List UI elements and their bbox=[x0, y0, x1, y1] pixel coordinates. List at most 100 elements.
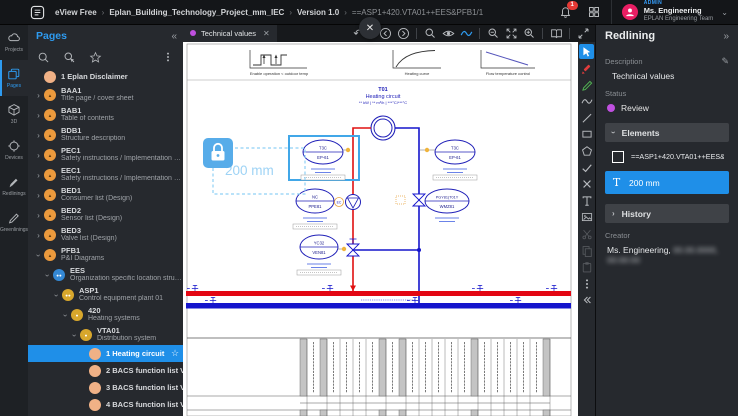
chevron-icon[interactable]: › bbox=[34, 251, 43, 260]
rectangle-tool[interactable] bbox=[579, 127, 594, 142]
page-tree-item[interactable]: ›▲BDB1Structure description bbox=[28, 125, 183, 145]
freehand-tool[interactable] bbox=[579, 94, 594, 109]
collapse-panel-icon[interactable]: « bbox=[171, 31, 177, 42]
notifications-bell-icon[interactable]: 1 bbox=[555, 1, 577, 23]
page-tree-item[interactable]: ›●●EESOrganization specific location str… bbox=[28, 265, 183, 285]
stamp-tool[interactable] bbox=[579, 210, 594, 225]
fullscreen-icon[interactable] bbox=[575, 25, 591, 41]
greenlinings-icon bbox=[7, 211, 21, 225]
redlinings-icon bbox=[7, 175, 21, 189]
page-tree-item[interactable]: ›▲BAA1Title page / cover sheet bbox=[28, 85, 183, 105]
page-tree-item[interactable]: ›▲BED1Consumer list (Design) bbox=[28, 185, 183, 205]
apps-grid-icon[interactable] bbox=[583, 1, 605, 23]
paste-tool bbox=[579, 260, 594, 275]
redlines-toggle-icon[interactable] bbox=[458, 25, 474, 41]
page-tree-item[interactable]: 3 BACS function list VDI ... bbox=[28, 379, 183, 396]
chevron-icon[interactable]: › bbox=[34, 91, 43, 100]
polygon-tool[interactable] bbox=[579, 144, 594, 159]
pencil-tool[interactable] bbox=[579, 77, 594, 92]
redlining-panel-title: Redlining bbox=[605, 30, 723, 42]
page-icon: ▲ bbox=[44, 229, 56, 241]
page-overview-icon[interactable] bbox=[548, 25, 564, 41]
marker-tool[interactable] bbox=[579, 61, 594, 76]
chevron-icon[interactable]: › bbox=[34, 191, 43, 200]
zoom-out-icon[interactable] bbox=[485, 25, 501, 41]
sidebar-item-3d[interactable]: 3D bbox=[0, 96, 28, 132]
status-value[interactable]: Review bbox=[607, 103, 729, 113]
search-icon[interactable] bbox=[36, 50, 50, 64]
pages-icon bbox=[7, 67, 21, 81]
navigation-rail: ProjectsPages3DDevicesRedliningsGreenlin… bbox=[0, 24, 28, 416]
check-tool[interactable] bbox=[579, 160, 594, 175]
chevron-icon[interactable]: › bbox=[34, 211, 43, 220]
next-page-icon[interactable] bbox=[395, 25, 411, 41]
more-options-icon[interactable] bbox=[161, 50, 175, 64]
zoom-fit-icon[interactable] bbox=[503, 25, 519, 41]
more-tool[interactable] bbox=[579, 276, 594, 291]
chevron-icon[interactable]: › bbox=[34, 171, 43, 180]
page-tree: 1 Eplan Disclaimer›▲BAA1Title page / cov… bbox=[28, 68, 183, 416]
chevron-icon[interactable]: › bbox=[52, 291, 61, 300]
rectangle-element-icon bbox=[612, 151, 624, 163]
page-tree-item[interactable]: 4 BACS function list VDI ... bbox=[28, 396, 183, 413]
page-tree-item[interactable]: 1 Eplan Disclaimer bbox=[28, 68, 183, 85]
chevron-icon[interactable]: › bbox=[34, 131, 43, 140]
sidebar-item-greenlinings[interactable]: Greenlinings bbox=[0, 204, 28, 240]
element-item-text[interactable]: T 200 mm bbox=[605, 171, 729, 194]
breadcrumb-app[interactable]: eView Free bbox=[55, 8, 97, 17]
zoom-in-icon[interactable] bbox=[521, 25, 537, 41]
drawing-sheet[interactable]: Enable operation < outdoor temp Heating … bbox=[183, 42, 578, 416]
edit-pencil-icon[interactable]: ✎ bbox=[721, 56, 729, 67]
chevron-icon[interactable]: › bbox=[34, 151, 43, 160]
page-tree-item[interactable]: 1 Heating circuit☆ bbox=[28, 345, 183, 362]
layers-visibility-icon[interactable] bbox=[440, 25, 456, 41]
page-tree-item[interactable]: ›▲BED3Valve list (Design) bbox=[28, 225, 183, 245]
chevron-icon[interactable]: › bbox=[34, 231, 43, 240]
chevron-icon[interactable]: › bbox=[34, 111, 43, 120]
history-section-header[interactable]: › History bbox=[605, 204, 729, 223]
page-tree-item[interactable]: ›▲BED2Sensor list (Design) bbox=[28, 205, 183, 225]
favorites-star-icon[interactable] bbox=[88, 50, 102, 64]
page-tree-item[interactable]: ›●●ASP1Control equipment plant 01 bbox=[28, 285, 183, 305]
search-icon[interactable] bbox=[422, 25, 438, 41]
page-tree-item[interactable]: ›▲EEC1Safety instructions / Implementati… bbox=[28, 165, 183, 185]
3d-icon bbox=[7, 103, 21, 117]
redline-tool-palette bbox=[578, 42, 595, 416]
chevron-icon[interactable]: › bbox=[70, 331, 79, 340]
pages-panel-title: Pages bbox=[36, 30, 171, 42]
sidebar-item-projects[interactable]: Projects bbox=[0, 24, 28, 60]
select-tool[interactable] bbox=[579, 44, 594, 59]
description-value: Technical values bbox=[612, 71, 729, 81]
page-icon: ●● bbox=[53, 269, 65, 281]
breadcrumb-version[interactable]: Version 1.0 bbox=[297, 8, 339, 17]
svg-text:PGY81(T01Y: PGY81(T01Y bbox=[436, 196, 459, 200]
page-tree-item[interactable]: ›●420Heating systems bbox=[28, 305, 183, 325]
favorite-star-icon[interactable]: ☆ bbox=[167, 348, 183, 359]
chevron-icon[interactable]: › bbox=[43, 271, 52, 280]
select-search-icon[interactable] bbox=[62, 50, 76, 64]
page-tree-item[interactable]: ›▲PFB1P&I Diagrams bbox=[28, 245, 183, 265]
chevron-icon[interactable]: › bbox=[61, 311, 70, 320]
page-tree-item[interactable]: ›▲PEC1Safety instructions / Implementati… bbox=[28, 145, 183, 165]
text-tool[interactable] bbox=[579, 193, 594, 208]
breadcrumb-project[interactable]: Eplan_Building_Technology_Project_mm_IEC bbox=[109, 8, 284, 17]
collapse-tool[interactable] bbox=[579, 293, 594, 308]
chevron-down-icon: ⌄ bbox=[721, 8, 728, 17]
tab-close-icon[interactable]: ✕ bbox=[263, 29, 270, 38]
page-tree-item[interactable]: 2 BACS function list VDI ... bbox=[28, 362, 183, 379]
sidebar-item-redlinings[interactable]: Redlinings bbox=[0, 168, 28, 204]
breadcrumb-page[interactable]: ==ASP1+420.VTA01++EES&PFB1/1 bbox=[352, 8, 483, 17]
user-menu[interactable]: ADMIN Ms. Engineering EPLAN Engineering … bbox=[611, 0, 738, 24]
page-tree-item[interactable]: ›●VTA01Distribution system bbox=[28, 325, 183, 345]
tab-technical-values[interactable]: Technical values ✕ bbox=[183, 24, 277, 42]
element-item-frame[interactable]: ==ASP1+420.VTA01++EES&PFB1/1 bbox=[605, 145, 729, 168]
sidebar-item-pages[interactable]: Pages bbox=[0, 60, 28, 96]
close-document-button[interactable]: ✕ bbox=[359, 17, 381, 39]
svg-text:PPE81: PPE81 bbox=[308, 204, 322, 209]
collapse-panel-icon[interactable]: » bbox=[723, 31, 729, 42]
cross-tool[interactable] bbox=[579, 177, 594, 192]
sidebar-item-devices[interactable]: Devices bbox=[0, 132, 28, 168]
page-tree-item[interactable]: ›▲BAB1Table of contents bbox=[28, 105, 183, 125]
line-tool[interactable] bbox=[579, 110, 594, 125]
elements-section-header[interactable]: › Elements bbox=[605, 123, 729, 142]
